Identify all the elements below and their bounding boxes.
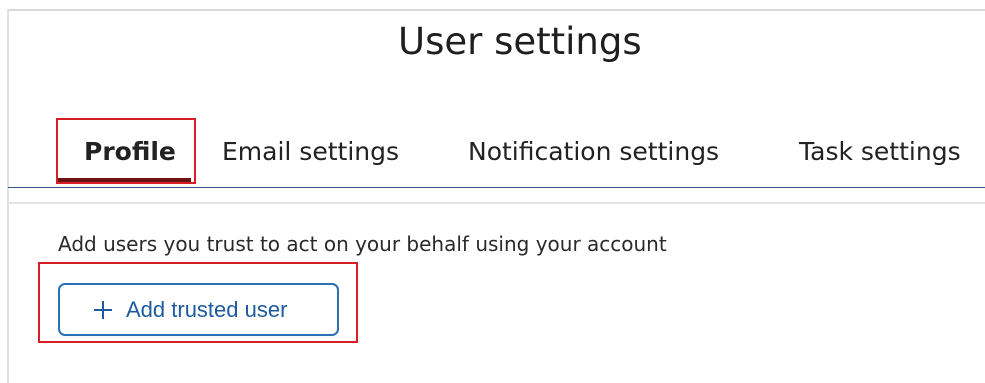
user-settings-page: User settings Profile Email settings Not…	[0, 0, 985, 383]
tab-email-settings[interactable]: Email settings	[222, 118, 399, 186]
active-tab-indicator	[56, 178, 191, 182]
trusted-users-description: Add users you trust to act on your behal…	[58, 232, 667, 256]
tab-notification-settings[interactable]: Notification settings	[468, 118, 719, 186]
tab-profile-label: Profile	[84, 137, 176, 166]
add-trusted-user-label: Add trusted user	[126, 296, 288, 322]
settings-tabs: Profile Email settings Notification sett…	[8, 118, 985, 186]
content-divider	[8, 202, 985, 204]
plus-icon	[94, 300, 112, 319]
page-title: User settings	[398, 20, 642, 63]
tabs-divider	[8, 187, 985, 188]
left-border	[7, 9, 9, 383]
tab-profile[interactable]: Profile	[56, 118, 196, 186]
top-border	[8, 9, 985, 11]
tab-task-settings[interactable]: Task settings	[799, 118, 961, 186]
add-trusted-user-button[interactable]: Add trusted user	[58, 283, 339, 336]
